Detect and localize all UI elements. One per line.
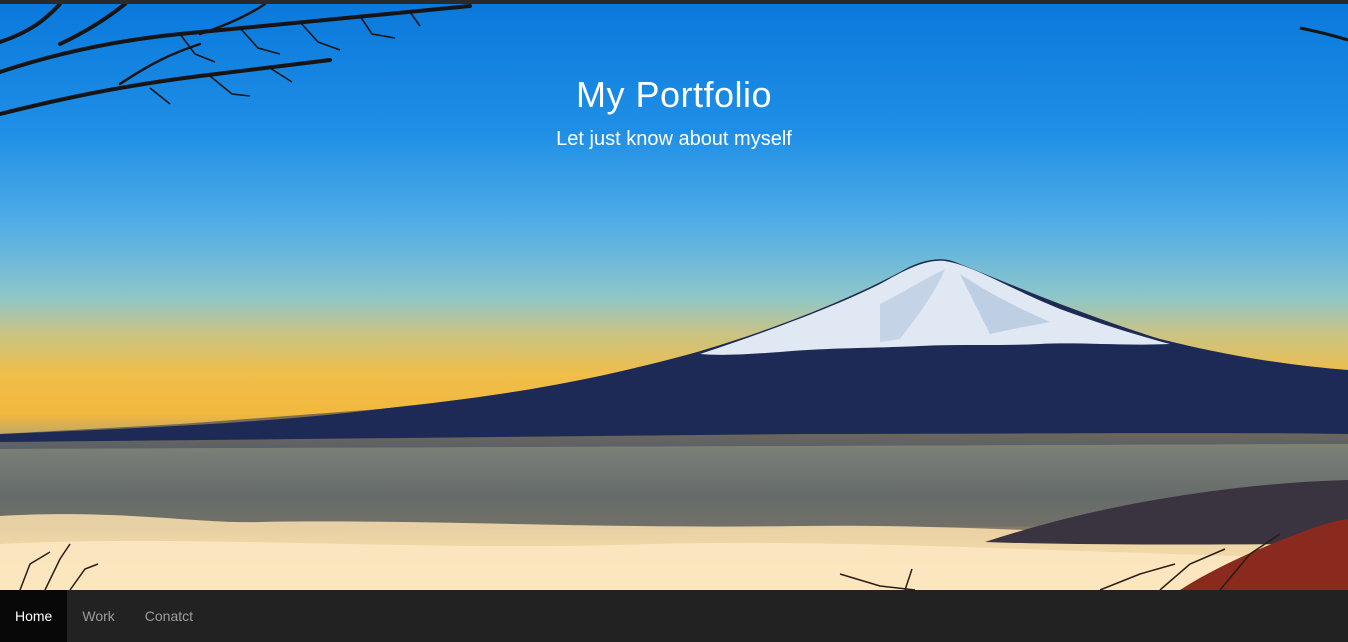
bottom-navbar: Home Work Conatct bbox=[0, 590, 1348, 642]
nav-item-home[interactable]: Home bbox=[0, 590, 68, 642]
hero-title: My Portfolio bbox=[575, 74, 773, 115]
nav-item-contact[interactable]: Conatct bbox=[130, 590, 208, 642]
hero-section: My Portfolio Let just know about myself bbox=[0, 4, 1348, 590]
nav-item-work[interactable]: Work bbox=[67, 590, 129, 642]
hero-subtitle: Let just know about myself bbox=[556, 128, 792, 150]
